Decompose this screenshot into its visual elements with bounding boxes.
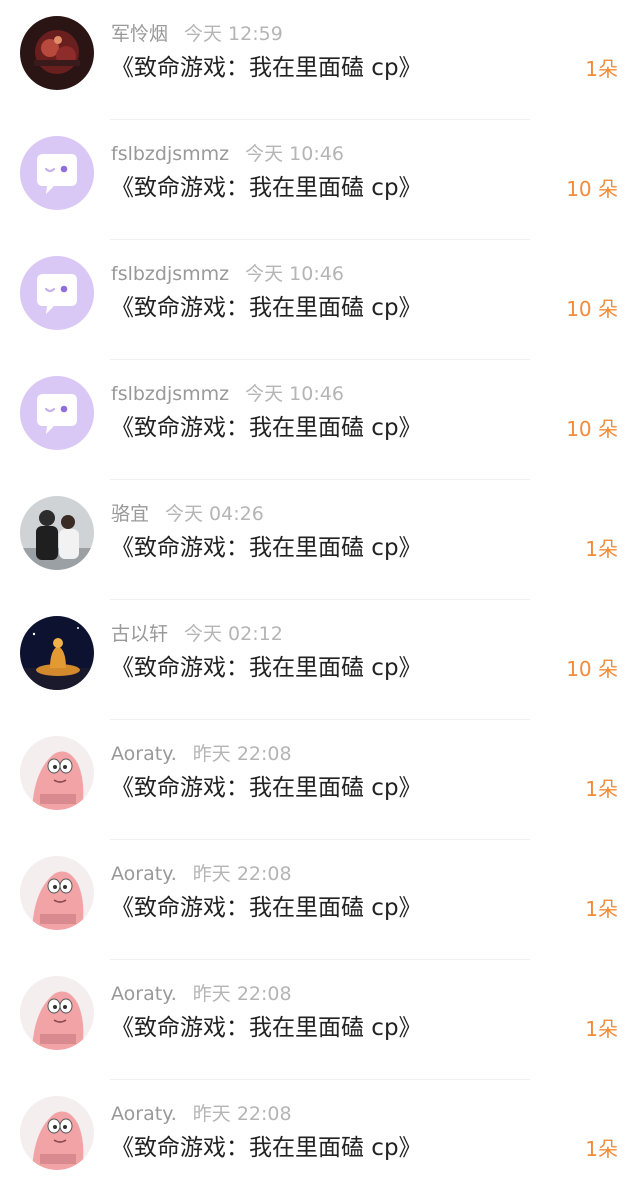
book-title: 《致命游戏：我在里面磕 cp》 <box>111 535 422 561</box>
list-item[interactable]: Aoraty. 昨天 22:08 《致命游戏：我在里面磕 cp》 1朵 <box>0 720 640 840</box>
avatar[interactable] <box>20 616 94 690</box>
username-text[interactable]: Aoraty. <box>111 863 177 885</box>
flower-count: 10 朵 <box>566 297 618 321</box>
gift-record-list: 军怜烟 今天 12:59 《致命游戏：我在里面磕 cp》 1朵 fslbzdjsmmz 今… <box>0 0 640 1184</box>
avatar[interactable] <box>20 16 94 90</box>
avatar[interactable] <box>20 1096 94 1170</box>
username-text[interactable]: 古以轩 <box>111 623 168 645</box>
avatar[interactable] <box>20 376 94 450</box>
timestamp: 今天 02:12 <box>184 623 283 645</box>
username[interactable]: fslbzdjsmmz 今天 10:46 <box>111 262 344 286</box>
avatar[interactable] <box>20 136 94 210</box>
book-title: 《致命游戏：我在里面磕 cp》 <box>111 895 422 921</box>
timestamp: 昨天 22:08 <box>192 743 292 765</box>
flower-count: 1朵 <box>585 57 618 81</box>
username[interactable]: 骆宜 今天 04:26 <box>111 502 264 526</box>
username-text[interactable]: fslbzdjsmmz <box>111 143 229 165</box>
list-item[interactable]: 骆宜 今天 04:26 《致命游戏：我在里面磕 cp》 1朵 <box>0 480 640 600</box>
book-title: 《致命游戏：我在里面磕 cp》 <box>111 775 422 801</box>
avatar[interactable] <box>20 856 94 930</box>
pink-cartoon-icon <box>20 1096 94 1170</box>
timestamp: 昨天 22:08 <box>192 1103 292 1125</box>
book-title: 《致命游戏：我在里面磕 cp》 <box>111 655 422 681</box>
username[interactable]: 古以轩 今天 02:12 <box>111 622 283 646</box>
book-title: 《致命游戏：我在里面磕 cp》 <box>111 1135 422 1161</box>
flower-count: 1朵 <box>585 537 618 561</box>
flower-count: 10 朵 <box>566 417 618 441</box>
flower-count: 1朵 <box>585 777 618 801</box>
avatar[interactable] <box>20 976 94 1050</box>
username[interactable]: Aoraty. 昨天 22:08 <box>111 982 292 1006</box>
flower-count: 1朵 <box>585 1137 618 1161</box>
book-title: 《致命游戏：我在里面磕 cp》 <box>111 55 422 81</box>
username-text[interactable]: 骆宜 <box>111 503 149 525</box>
username[interactable]: fslbzdjsmmz 今天 10:46 <box>111 142 344 166</box>
list-item[interactable]: 军怜烟 今天 12:59 《致命游戏：我在里面磕 cp》 1朵 <box>0 0 640 120</box>
avatar[interactable] <box>20 496 94 570</box>
list-item[interactable]: Aoraty. 昨天 22:08 《致命游戏：我在里面磕 cp》 1朵 <box>0 1080 640 1200</box>
pink-cartoon-icon <box>20 976 94 1050</box>
couple-photo-icon <box>20 496 94 570</box>
timestamp: 今天 04:26 <box>165 503 264 525</box>
list-item[interactable]: 古以轩 今天 02:12 《致命游戏：我在里面磕 cp》 10 朵 <box>0 600 640 720</box>
timestamp: 今天 10:46 <box>245 383 344 405</box>
avatar[interactable] <box>20 736 94 810</box>
list-item[interactable]: Aoraty. 昨天 22:08 《致命游戏：我在里面磕 cp》 1朵 <box>0 840 640 960</box>
book-title: 《致命游戏：我在里面磕 cp》 <box>111 295 422 321</box>
list-item[interactable]: fslbzdjsmmz 今天 10:46 《致命游戏：我在里面磕 cp》 10 朵 <box>0 240 640 360</box>
username-text[interactable]: Aoraty. <box>111 743 177 765</box>
avatar[interactable] <box>20 256 94 330</box>
timestamp: 昨天 22:08 <box>192 863 292 885</box>
book-title: 《致命游戏：我在里面磕 cp》 <box>111 415 422 441</box>
username-text[interactable]: Aoraty. <box>111 983 177 1005</box>
list-item[interactable]: fslbzdjsmmz 今天 10:46 《致命游戏：我在里面磕 cp》 10 朵 <box>0 360 640 480</box>
night-statue-icon <box>20 616 94 690</box>
flower-count: 10 朵 <box>566 657 618 681</box>
pink-cartoon-icon <box>20 736 94 810</box>
timestamp: 昨天 22:08 <box>192 983 292 1005</box>
flower-count: 10 朵 <box>566 177 618 201</box>
timestamp: 今天 10:46 <box>245 143 344 165</box>
username[interactable]: Aoraty. 昨天 22:08 <box>111 742 292 766</box>
flower-count: 1朵 <box>585 1017 618 1041</box>
username[interactable]: Aoraty. 昨天 22:08 <box>111 862 292 886</box>
default-chat-bubble-icon <box>20 136 94 210</box>
username[interactable]: 军怜烟 今天 12:59 <box>111 22 283 46</box>
default-chat-bubble-icon <box>20 256 94 330</box>
username[interactable]: Aoraty. 昨天 22:08 <box>111 1102 292 1126</box>
default-chat-bubble-icon <box>20 376 94 450</box>
pink-cartoon-icon <box>20 856 94 930</box>
book-title: 《致命游戏：我在里面磕 cp》 <box>111 175 422 201</box>
username-text[interactable]: fslbzdjsmmz <box>111 263 229 285</box>
timestamp: 今天 12:59 <box>184 23 283 45</box>
list-item[interactable]: Aoraty. 昨天 22:08 《致命游戏：我在里面磕 cp》 1朵 <box>0 960 640 1080</box>
username-text[interactable]: Aoraty. <box>111 1103 177 1125</box>
list-item[interactable]: fslbzdjsmmz 今天 10:46 《致命游戏：我在里面磕 cp》 10 朵 <box>0 120 640 240</box>
timestamp: 今天 10:46 <box>245 263 344 285</box>
username-text[interactable]: 军怜烟 <box>111 23 168 45</box>
photo-red-icon <box>20 16 94 90</box>
flower-count: 1朵 <box>585 897 618 921</box>
username-text[interactable]: fslbzdjsmmz <box>111 383 229 405</box>
book-title: 《致命游戏：我在里面磕 cp》 <box>111 1015 422 1041</box>
username[interactable]: fslbzdjsmmz 今天 10:46 <box>111 382 344 406</box>
